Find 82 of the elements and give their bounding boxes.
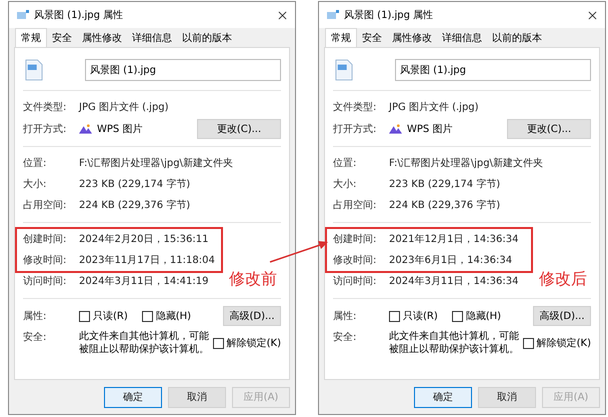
security-text: 此文件来自其他计算机，可能被阻止以帮助保护该计算机。 — [79, 330, 210, 356]
image-file-icon — [25, 59, 43, 81]
security-text: 此文件来自其他计算机，可能被阻止以帮助保护该计算机。 — [389, 330, 520, 356]
tab[interactable]: 安全 — [357, 30, 387, 47]
checkbox[interactable] — [522, 338, 534, 349]
field-value: 223 KB (229,174 字节) — [79, 178, 190, 192]
checkbox[interactable] — [79, 310, 90, 322]
checkbox-label[interactable]: 只读(R) — [93, 308, 128, 324]
window-title: 风景图 (1).jpg 属性 — [34, 8, 124, 22]
tab[interactable]: 详细信息 — [127, 30, 177, 47]
tab[interactable]: 安全 — [47, 30, 77, 47]
field-label: 创建时间: — [23, 232, 68, 247]
tab[interactable]: 属性修改 — [387, 30, 437, 47]
field-label: 位置: — [333, 156, 358, 171]
field-label: 修改时间: — [333, 254, 378, 268]
field-label: 访问时间: — [23, 274, 68, 289]
app-name: WPS 图片 — [407, 122, 454, 136]
field-label: 大小: — [333, 178, 358, 192]
advanced-button[interactable]: 高级(D)... — [533, 306, 591, 326]
field-value: 2024年3月11日，14:41:19 — [79, 275, 208, 289]
field-value: F:\汇帮图片处理器\jpg\新建文件夹 — [79, 156, 233, 171]
field-value: 224 KB (229,376 字节) — [79, 198, 190, 213]
tab[interactable]: 以前的版本 — [177, 30, 237, 47]
dialog-button[interactable]: 确定 — [104, 386, 162, 408]
field-label: 打开方式: — [333, 122, 378, 136]
field-label: 安全: — [23, 330, 48, 345]
annotation-label: 修改前 — [229, 268, 277, 290]
app-logo-icon — [389, 124, 402, 134]
image-file-icon — [335, 59, 353, 81]
tab[interactable]: 以前的版本 — [487, 30, 547, 47]
field-value: 223 KB (229,174 字节) — [389, 178, 500, 192]
field-label: 大小: — [23, 178, 48, 192]
field-label: 文件类型: — [333, 100, 378, 115]
checkbox-label[interactable]: 隐藏(H) — [156, 308, 192, 324]
field-value: 2024年2月20日，15:36:11 — [79, 233, 208, 247]
checkbox-label[interactable]: 解除锁定(K) — [536, 336, 591, 351]
field-label: 安全: — [333, 330, 358, 345]
checkbox[interactable] — [389, 310, 400, 322]
field-value: 2023年11月17日，11:18:04 — [79, 254, 215, 268]
annotation-label: 修改后 — [539, 268, 587, 290]
checkbox[interactable] — [452, 310, 463, 322]
field-label: 打开方式: — [23, 122, 68, 136]
checkbox[interactable] — [212, 338, 224, 349]
tab[interactable]: 属性修改 — [77, 30, 127, 47]
tab[interactable]: 详细信息 — [437, 30, 487, 47]
checkbox-label[interactable]: 只读(R) — [403, 308, 438, 324]
close-icon[interactable] — [278, 10, 287, 20]
field-label: 属性: — [23, 310, 48, 324]
app-logo-icon — [79, 124, 92, 134]
field-value: F:\汇帮图片处理器\jpg\新建文件夹 — [389, 156, 543, 171]
image-file-icon — [327, 10, 339, 20]
checkbox-label[interactable]: 解除锁定(K) — [226, 336, 281, 351]
field-value: 2023年6月1日，14:36:34 — [389, 254, 512, 268]
field-label: 修改时间: — [23, 254, 68, 268]
checkbox-label[interactable]: 隐藏(H) — [466, 308, 502, 324]
field-label: 访问时间: — [333, 274, 378, 289]
app-name: WPS 图片 — [97, 122, 144, 136]
tab[interactable]: 常规 — [325, 28, 357, 47]
field-value: 224 KB (229,376 字节) — [389, 198, 500, 213]
checkbox[interactable] — [142, 310, 153, 322]
field-value: JPG 图片文件 (.jpg) — [389, 100, 479, 115]
file-name-field[interactable]: 风景图 (1).jpg — [85, 59, 281, 81]
dialog-button[interactable]: 取消 — [168, 386, 226, 408]
change-button[interactable]: 更改(C)... — [197, 119, 281, 139]
close-icon[interactable] — [588, 10, 597, 20]
field-label: 文件类型: — [23, 100, 68, 115]
dialog-button[interactable]: 取消 — [478, 386, 536, 408]
window-title: 风景图 (1).jpg 属性 — [344, 8, 434, 22]
advanced-button[interactable]: 高级(D)... — [223, 306, 281, 326]
field-label: 占用空间: — [23, 198, 68, 213]
tab[interactable]: 常规 — [15, 28, 47, 47]
field-label: 属性: — [333, 310, 358, 324]
dialog-button[interactable]: 确定 — [414, 386, 472, 408]
field-value: 2021年12月1日，14:36:34 — [389, 233, 518, 247]
field-label: 占用空间: — [333, 198, 378, 213]
file-name-field[interactable]: 风景图 (1).jpg — [395, 59, 591, 81]
field-value: 2024年3月11日，14:36:34 — [389, 275, 518, 289]
field-label: 位置: — [23, 156, 48, 171]
field-label: 创建时间: — [333, 232, 378, 247]
change-button[interactable]: 更改(C)... — [507, 119, 591, 139]
field-value: JPG 图片文件 (.jpg) — [79, 100, 169, 115]
image-file-icon — [17, 10, 29, 20]
